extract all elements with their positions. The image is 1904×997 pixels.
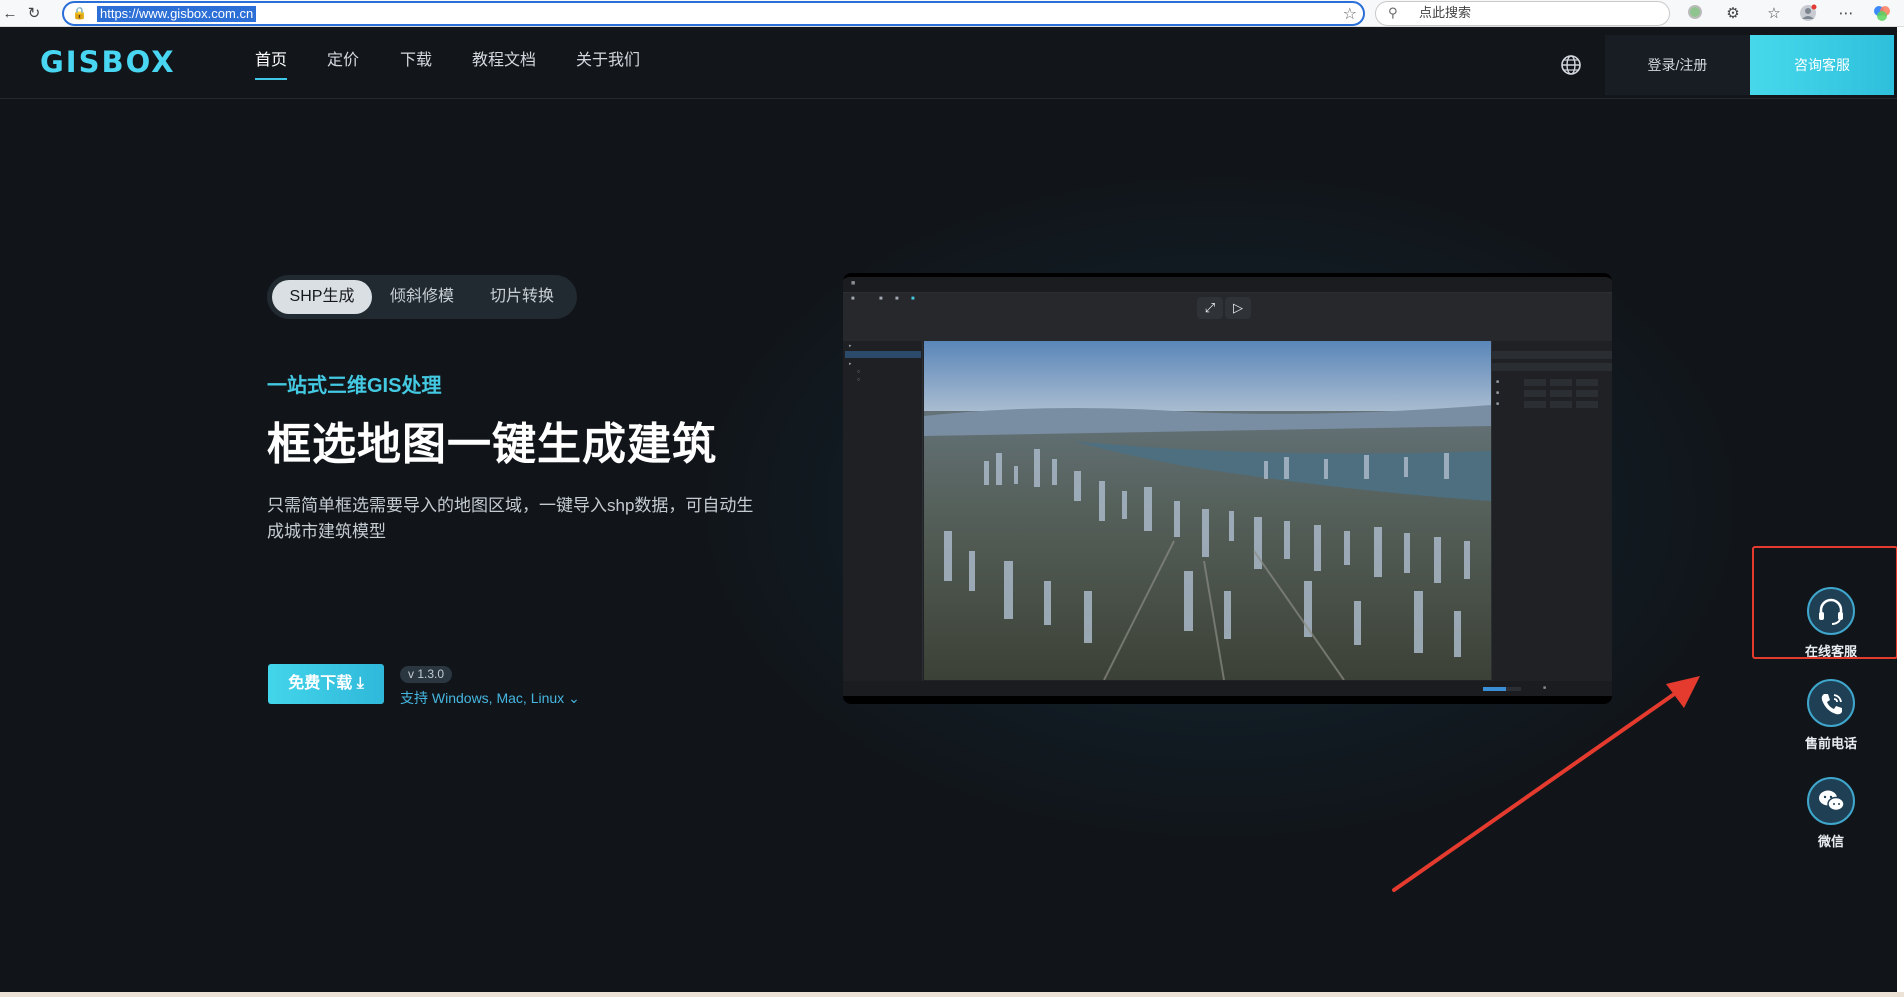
nav-pricing[interactable]: 定价 [327,51,359,71]
fullscreen-icon[interactable]: ⤢ [1197,297,1223,319]
preview-menu-item: ■ [851,296,855,302]
preview-prop-field [1524,379,1546,386]
preview-prop-field [1524,401,1546,408]
back-icon[interactable]: ← [0,4,20,24]
copilot-icon[interactable] [1872,4,1892,24]
preview-layer-tree: ▸ ▸ ○ ○ [843,341,923,681]
address-url[interactable]: https://www.gisbox.com.cn [97,6,257,22]
preview-panel-section [1492,363,1612,371]
preview-tree-item: ▸ [849,361,852,367]
preview-panel-section [1492,351,1612,359]
nav-download[interactable]: 下载 [400,51,432,71]
free-download-button[interactable]: 免费下载 ⤓ [268,664,384,704]
preview-menu-item: ■ [879,296,883,302]
preview-tree-item: ○ [857,369,861,375]
float-wechat-label: 微信 [1817,834,1844,849]
preview-prop-label: ■ [1496,401,1500,407]
download-button-label: 免费下载 [288,675,353,692]
extensions-puzzle-icon[interactable]: ⚙ [1723,4,1743,24]
preview-tree-item: ▸ [849,343,852,349]
float-presales-phone-label: 售前电话 [1804,736,1857,751]
nav-docs[interactable]: 教程文档 [472,51,536,71]
annotation-arrow [1392,676,1700,892]
browser-search-input[interactable] [1419,5,1639,20]
version-badge: v 1.3.0 [400,666,453,683]
preview-prop-field [1576,379,1598,386]
window-bottom-strip [0,992,1904,997]
float-wechat[interactable]: 微信 [1765,777,1897,857]
preview-prop-field [1576,390,1598,397]
preview-prop-field [1576,401,1598,408]
favorite-star-icon[interactable]: ☆ [1343,4,1357,24]
favorites-list-icon[interactable]: ☆ [1764,4,1784,24]
preview-prop-field [1550,379,1572,386]
preview-property-panel: ■ ■ ■ [1491,341,1612,681]
chevron-down-icon: ⌄ [568,690,580,706]
play-video-icon[interactable]: ▷ [1225,297,1251,319]
city-3d-viewport [924,341,1491,680]
preview-app-logo: ■ [851,280,856,287]
login-register-button[interactable]: 登录/注册 [1605,35,1750,95]
preview-prop-label: ■ [1496,379,1500,385]
active-nav-underline [255,78,287,80]
tab-shp-generate[interactable]: SHP生成 [272,280,372,314]
gisbox-logo[interactable]: GISBOX [40,46,176,78]
window-right-edge [1897,27,1904,992]
hero-title: 框选地图一键生成建筑 [267,420,717,469]
phone-icon [1807,679,1855,727]
reload-icon[interactable]: ↻ [24,4,44,24]
extension-status-icon[interactable] [1685,4,1705,24]
download-icon: ⤓ [356,675,364,692]
more-menu-icon[interactable]: ⋯ [1836,4,1856,24]
preview-titlebar: ■ [843,277,1612,293]
site-header: GISBOX 首页 定价 下载 教程文档 关于我们 登录/注册 咨询客服 [0,27,1904,99]
nav-about[interactable]: 关于我们 [576,51,640,71]
preview-tree-selected [845,351,921,358]
preview-prop-label: ■ [1496,390,1500,396]
preview-prop-field [1524,390,1546,397]
hero-description: 只需简单框选需要导入的地图区域，一键导入shp数据，可自动生成城市建筑模型 [267,496,754,541]
preview-menu-item: ■ [911,296,915,302]
preview-prop-field [1550,401,1572,408]
tab-tile-convert[interactable]: 切片转换 [472,280,572,314]
nav-home[interactable]: 首页 [255,51,287,71]
platform-support-text: 支持 Windows, Mac, Linux [400,690,565,706]
app-preview-image: ■ ■ ■ ■ ■ ⤢ ▷ ▸ ▸ ○ ○ ■ ■ ■ ■ [843,273,1612,704]
search-icon: ⚲ [1388,5,1398,20]
lock-icon: 🔒 [72,6,87,20]
annotation-highlight-box [1752,546,1898,659]
preview-prop-field [1550,390,1572,397]
preview-tree-item: ○ [857,377,861,383]
platform-support-link[interactable]: 支持 Windows, Mac, Linux ⌄ [400,689,580,707]
preview-video-controls: ⤢ ▷ [1195,293,1259,323]
consult-service-button[interactable]: 咨询客服 [1750,35,1894,95]
feature-tabs: SHP生成 倾斜修模 切片转换 [267,275,577,319]
browser-search-box[interactable]: ⚲ [1375,1,1670,26]
tab-oblique-repair[interactable]: 倾斜修模 [372,280,472,314]
profile-avatar-icon[interactable] [1798,4,1818,24]
language-globe-icon[interactable] [1560,54,1582,76]
preview-menu-item: ■ [895,296,899,302]
address-bar[interactable]: 🔒 https://www.gisbox.com.cn ☆ [62,1,1365,26]
wechat-icon [1807,777,1855,825]
screen: ← ↻ 🔒 https://www.gisbox.com.cn ☆ ⚲ ⚙ ☆ … [0,0,1904,997]
float-presales-phone[interactable]: 售前电话 [1765,679,1897,759]
browser-toolbar: ← ↻ 🔒 https://www.gisbox.com.cn ☆ ⚲ ⚙ ☆ … [0,0,1904,27]
hero-eyebrow: 一站式三维GIS处理 [267,375,442,397]
